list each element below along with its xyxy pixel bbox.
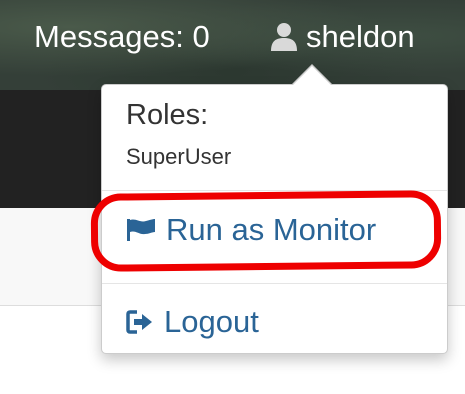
roles-value: SuperUser	[126, 144, 232, 169]
user-menu-toggle[interactable]: sheldon	[270, 16, 415, 58]
messages-label: Messages: 0	[34, 19, 210, 54]
logout-link[interactable]: Logout	[126, 302, 259, 342]
logout-label: Logout	[164, 304, 259, 339]
username-label: sheldon	[306, 19, 415, 54]
sign-out-icon	[126, 309, 154, 335]
messages-link[interactable]: Messages: 0	[34, 16, 210, 58]
user-icon	[270, 22, 298, 52]
roles-header: Roles:	[126, 99, 209, 131]
annotation-highlight-circle	[90, 190, 442, 272]
menu-divider	[102, 283, 447, 284]
dropdown-caret	[292, 66, 332, 86]
